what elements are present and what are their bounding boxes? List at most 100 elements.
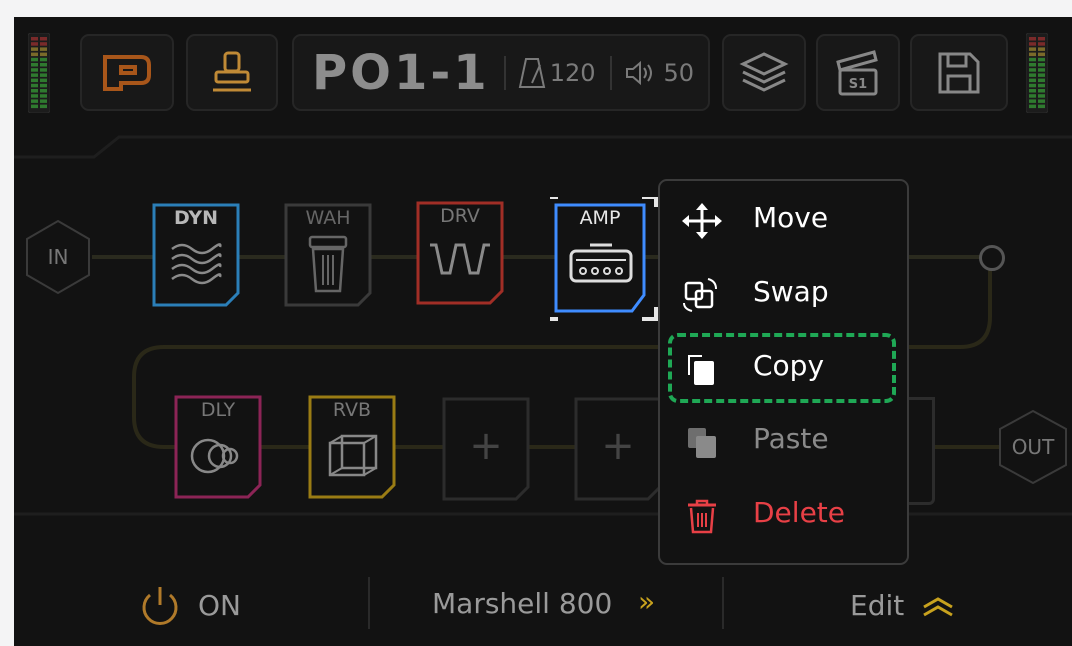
meter-segment <box>40 94 47 98</box>
meter-segment <box>1038 52 1045 57</box>
menu-item-label: Delete <box>753 496 845 529</box>
context-menu: Move Swap Copy Paste Delete <box>658 179 909 565</box>
meter-segment <box>1029 104 1036 109</box>
meter-segment <box>31 57 38 62</box>
meter-segment <box>1038 63 1045 67</box>
meter-segment <box>1029 57 1036 62</box>
fx-label: WAH <box>305 207 351 229</box>
meter-segment <box>40 57 47 62</box>
meter-segment <box>1029 52 1036 57</box>
menu-item-paste[interactable]: Paste <box>660 412 907 472</box>
divider <box>609 55 612 90</box>
output-label: OUT <box>1011 435 1055 459</box>
paste-icon <box>688 428 716 458</box>
menu-item-swap[interactable]: Swap <box>660 265 907 325</box>
meter-segment <box>1038 57 1045 62</box>
meter-segment <box>40 73 47 77</box>
fx-block-rvb[interactable]: RVB <box>308 395 396 499</box>
meter-segment <box>1038 99 1045 103</box>
scene-badge-text: S1 <box>849 77 867 92</box>
meter-segment <box>1038 83 1045 88</box>
input-node[interactable]: IN <box>24 219 92 295</box>
fx-block-wah[interactable]: WAH <box>284 203 372 307</box>
meter-segment <box>40 89 47 93</box>
signal-chain-frame <box>14 135 1072 516</box>
fx-block-dyn[interactable]: DYN <box>152 203 240 307</box>
delay-circles-icon <box>190 438 239 474</box>
meter-segment <box>31 73 38 77</box>
volume-value: 50 <box>663 58 695 87</box>
chevron-up-icon <box>923 597 953 617</box>
copy-icon <box>688 355 714 385</box>
meter-segment <box>1029 42 1036 46</box>
fx-label: AMP <box>579 207 621 229</box>
meter-segment <box>31 37 38 41</box>
edit-button[interactable]: Edit <box>850 585 970 629</box>
fx-block-drv[interactable]: DRV <box>416 201 504 305</box>
footer-divider <box>722 577 724 629</box>
save-button[interactable] <box>910 34 1008 111</box>
menu-item-label: Copy <box>753 349 825 382</box>
meter-segment <box>1029 68 1036 72</box>
empty-slot[interactable]: + <box>574 397 662 501</box>
meter-segment <box>1038 73 1045 77</box>
speaker-icon <box>625 60 652 85</box>
fx-block-amp[interactable]: AMP <box>550 197 658 321</box>
power-label: ON <box>198 589 241 622</box>
meter-segment <box>40 42 47 46</box>
meter-segment <box>40 37 47 41</box>
meter-segment <box>1038 89 1045 93</box>
meter-segment <box>31 104 38 109</box>
fx-block-dly[interactable]: DLY <box>174 395 262 499</box>
meter-segment <box>40 78 47 83</box>
menu-item-copy[interactable]: Copy <box>660 333 907 403</box>
empty-slot[interactable]: + <box>442 397 530 501</box>
reverb-cube-icon <box>328 434 378 477</box>
menu-item-delete[interactable]: Delete <box>660 486 907 546</box>
menu-item-move[interactable]: Move <box>660 191 907 251</box>
fx-label: DLY <box>200 399 236 421</box>
meter-segment <box>40 83 47 88</box>
save-icon <box>938 52 980 93</box>
fx-label: DRV <box>440 205 480 227</box>
scene-button[interactable]: S1 <box>816 34 900 111</box>
meter-segment <box>1029 99 1036 103</box>
tempo-value: 120 <box>549 58 596 87</box>
preset-id: PO1-1 <box>312 44 490 101</box>
meter-segment <box>31 78 38 83</box>
meter-segment <box>1038 47 1045 51</box>
meter-segment <box>1029 94 1036 98</box>
meter-segment <box>40 52 47 57</box>
power-icon <box>142 587 178 625</box>
power-toggle[interactable]: ON <box>138 583 258 629</box>
stamp-button[interactable] <box>186 34 278 111</box>
meter-segment <box>31 42 38 46</box>
amp-model-selector[interactable]: Marshell 800 » <box>432 585 692 629</box>
meter-segment <box>1038 78 1045 83</box>
meter-segment <box>31 52 38 57</box>
meter-segment <box>1029 78 1036 83</box>
output-node[interactable]: OUT <box>996 409 1070 485</box>
metronome-icon <box>518 57 545 88</box>
swap-icon <box>683 278 717 312</box>
meter-segment <box>1038 37 1045 41</box>
meter-segment <box>31 99 38 103</box>
meter-segment <box>40 104 47 109</box>
waves-icon <box>171 243 222 285</box>
layers-button[interactable] <box>722 34 806 111</box>
meter-segment <box>31 68 38 72</box>
amp-icon <box>569 243 633 283</box>
preset-mode-button[interactable] <box>80 34 174 111</box>
menu-item-label: Move <box>753 201 829 234</box>
meter-segment <box>40 47 47 51</box>
meter-segment <box>31 89 38 93</box>
meter-segment <box>1038 42 1045 46</box>
preset-info-panel[interactable]: PO1-1 120 50 <box>292 34 710 111</box>
chevron-right-icon: » <box>638 585 656 618</box>
wah-pedal-icon <box>308 235 348 293</box>
add-icon: + <box>601 423 635 469</box>
stamp-icon <box>213 51 251 91</box>
meter-segment <box>1029 37 1036 41</box>
amp-model-name: Marshell 800 <box>432 587 613 620</box>
meter-segment <box>40 99 47 103</box>
